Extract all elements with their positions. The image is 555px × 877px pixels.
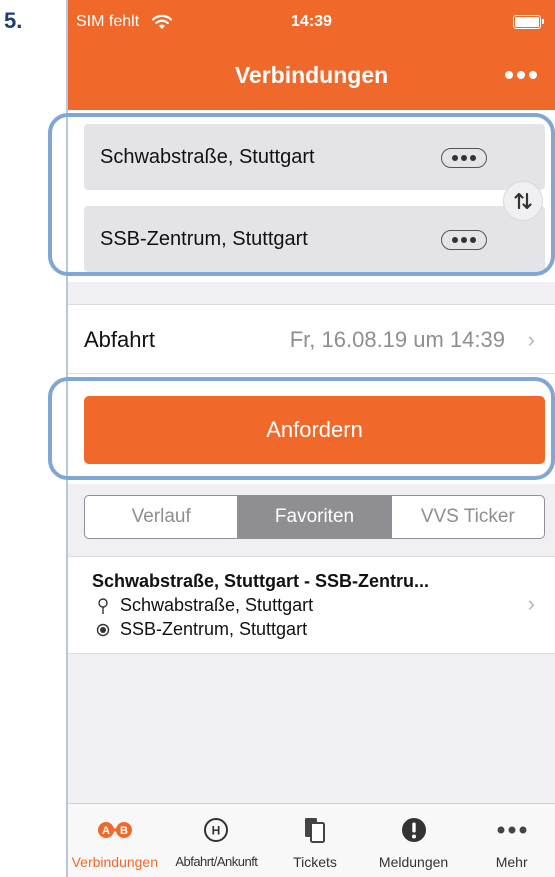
more-icon [497,816,527,844]
battery-icon [513,15,544,29]
destination-more-icon[interactable] [441,230,487,250]
tab-bar: A B Verbindungen H Abfahrt/Ankunft Ticke… [68,803,555,877]
svg-text:H: H [212,824,221,838]
stop-h-icon: H [203,816,229,844]
tickets-icon [304,816,326,844]
segment-vvs-ticker[interactable]: VVS Ticker [390,496,544,538]
favorite-origin: Schwabstraße, Stuttgart [92,595,313,616]
origin-field[interactable]: Schwabstraße, Stuttgart [84,124,545,190]
svg-text:A: A [102,825,110,837]
status-bar: SIM fehlt 14:39 [68,0,555,48]
tab-verbindungen[interactable]: A B Verbindungen [68,804,162,877]
segment-verlauf[interactable]: Verlauf [85,496,237,538]
swap-stops-button[interactable] [503,181,543,221]
destination-label: SSB-Zentrum, Stuttgart [100,228,308,250]
favorite-origin-label: Schwabstraße, Stuttgart [120,595,314,615]
page-title: Verbindungen [234,62,389,88]
more-options-icon[interactable] [505,71,537,79]
svg-text:B: B [120,825,128,837]
request-area: Anfordern [68,374,555,484]
navigation-bar: Verbindungen [68,48,555,110]
tab-mehr[interactable]: Mehr [468,804,555,877]
step-number: 5. [4,8,23,33]
chevron-right-icon: › [527,591,535,616]
tab-label: Abfahrt/Ankunft [175,854,258,869]
swap-arrows-icon [514,192,532,210]
favorite-list-item[interactable]: Schwabstraße, Stuttgart - SSB-Zentru... … [68,556,555,654]
phone-screen: SIM fehlt 14:39 Verbindungen Schwabstraß… [66,0,555,877]
a-b-route-icon: A B [97,816,133,844]
request-button[interactable]: Anfordern [84,396,545,464]
history-segmented-control: Verlauf Favoriten VVS Ticker [84,495,545,539]
chevron-right-icon: › [527,327,535,352]
tab-meldungen[interactable]: Meldungen [359,804,469,877]
tab-tickets[interactable]: Tickets [271,804,359,877]
favorite-destination-label: SSB-Zentrum, Stuttgart [120,619,308,639]
tab-label: Verbindungen [71,854,159,870]
tab-label: Tickets [293,854,337,870]
alert-icon [401,816,427,844]
departure-value: Fr, 16.08.19 um 14:39 [289,327,505,352]
favorite-destination: SSB-Zentrum, Stuttgart [92,619,307,640]
departure-label: Abfahrt [84,327,155,352]
origin-more-icon[interactable] [441,148,487,168]
origin-label: Schwabstraße, Stuttgart [100,146,315,168]
destination-field[interactable]: SSB-Zentrum, Stuttgart [84,206,545,272]
segment-favoriten[interactable]: Favoriten [237,496,391,538]
tab-abfahrt-ankunft[interactable]: H Abfahrt/Ankunft [162,804,272,877]
tab-label: Meldungen [378,854,449,870]
favorite-title: Schwabstraße, Stuttgart - SSB-Zentru... [92,571,430,591]
departure-time-row[interactable]: Abfahrt Fr, 16.08.19 um 14:39 › [68,304,555,374]
tab-label: Mehr [495,854,528,870]
origin-pin-icon [92,597,114,614]
status-time: 14:39 [291,13,332,30]
destination-pin-icon [92,623,114,637]
route-section: Schwabstraße, Stuttgart SSB-Zentrum, Stu… [68,110,555,282]
